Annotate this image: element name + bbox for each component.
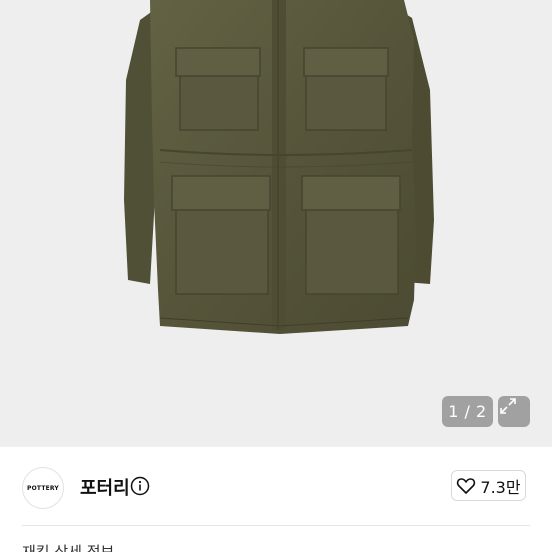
- expand-button[interactable]: [498, 396, 530, 427]
- like-count: 7.3만: [480, 477, 521, 497]
- info-icon[interactable]: [130, 476, 150, 496]
- shop-name[interactable]: 포터리: [80, 474, 130, 500]
- like-button[interactable]: 7.3만: [451, 470, 526, 501]
- description-clip: 재킷 상세 정보: [22, 540, 530, 552]
- shop-logo-text: POTTERY: [27, 484, 59, 492]
- shop-logo[interactable]: POTTERY: [22, 467, 64, 509]
- divider: [22, 525, 530, 526]
- image-counter: 1 / 2: [442, 396, 493, 427]
- product-image[interactable]: 1 / 2: [0, 0, 552, 447]
- jacket-image: [124, 0, 434, 334]
- expand-icon: [500, 398, 516, 414]
- heart-icon: [457, 477, 476, 494]
- description-text: 재킷 상세 정보: [22, 543, 115, 552]
